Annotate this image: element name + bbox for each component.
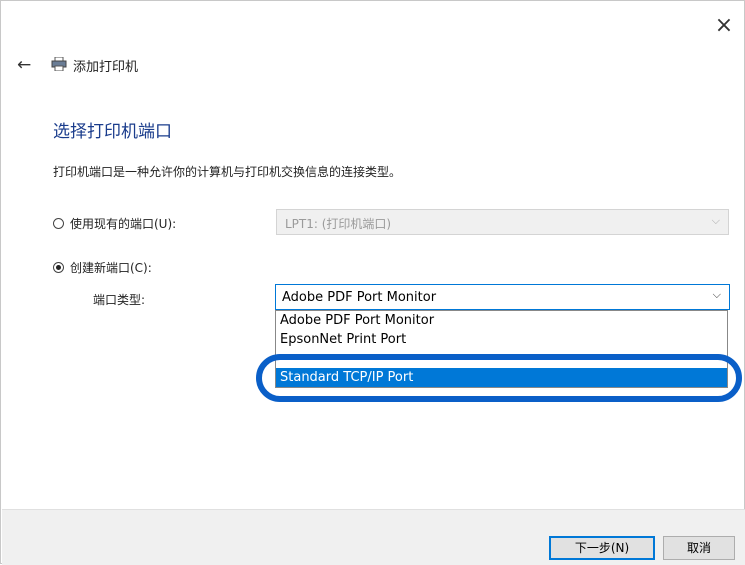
add-printer-dialog: × ← 添加打印机 选择打印机端口 打印机端口是一种允许你的计算机与打印机交换信…: [0, 0, 745, 565]
chevron-down-icon[interactable]: ⌵: [713, 288, 721, 302]
back-arrow-icon[interactable]: ←: [17, 55, 31, 75]
dropdown-option-epsonnet[interactable]: EpsonNet Print Port: [276, 330, 727, 349]
cancel-button[interactable]: 取消: [663, 536, 735, 560]
port-type-selected-value: Adobe PDF Port Monitor: [282, 290, 437, 305]
radio-button-unchecked[interactable]: [53, 218, 64, 229]
port-type-select[interactable]: Adobe PDF Port Monitor ⌵: [275, 284, 730, 310]
radio-button-checked[interactable]: [53, 262, 64, 273]
existing-port-select: LPT1: (打印机端口) ⌵: [276, 209, 729, 235]
printer-icon: [51, 57, 67, 71]
existing-port-value: LPT1: (打印机端口): [285, 217, 392, 231]
dropdown-option-adobe-pdf[interactable]: Adobe PDF Port Monitor: [276, 311, 727, 330]
next-button[interactable]: 下一步(N): [549, 536, 655, 560]
header-title: 添加打印机: [73, 60, 139, 75]
port-type-dropdown-list: Adobe PDF Port Monitor EpsonNet Print Po…: [275, 310, 728, 388]
dropdown-option-obscured[interactable]: [276, 349, 727, 368]
page-description: 打印机端口是一种允许你的计算机与打印机交换信息的连接类型。: [53, 165, 402, 179]
create-new-port-radio[interactable]: 创建新端口(C):: [53, 259, 152, 276]
dropdown-option-standard-tcp-ip[interactable]: Standard TCP/IP Port: [276, 368, 727, 387]
use-existing-port-radio[interactable]: 使用现有的端口(U):: [53, 215, 176, 232]
close-icon[interactable]: ×: [712, 15, 736, 39]
page-title: 选择打印机端口: [53, 122, 172, 142]
chevron-down-icon: ⌵: [711, 214, 720, 227]
use-existing-port-label: 使用现有的端口(U):: [70, 217, 177, 231]
port-type-label: 端口类型:: [93, 293, 146, 307]
create-new-port-label: 创建新端口(C):: [70, 261, 152, 275]
